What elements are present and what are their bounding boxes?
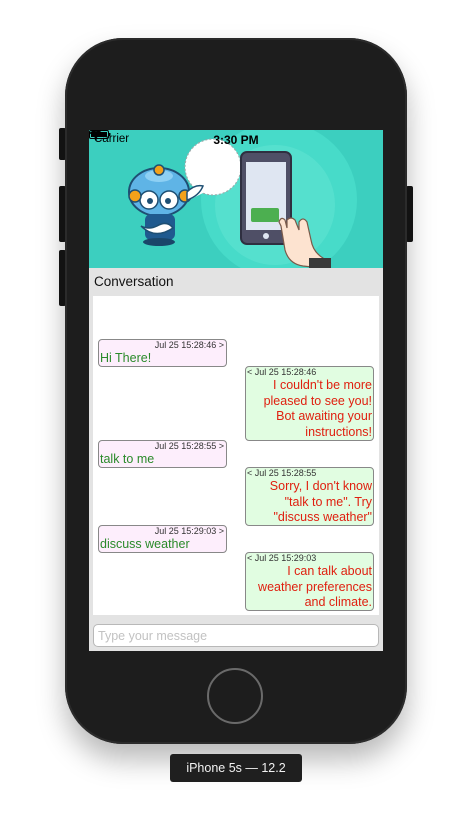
user-message-bubble: Jul 25 15:28:46 > Hi There!: [98, 339, 227, 367]
conversation-header: Conversation: [89, 268, 383, 296]
message-timestamp: Jul 25 15:28:46 >: [154, 340, 224, 350]
message-text: talk to me: [100, 452, 155, 466]
chat-container: Jul 25 15:28:46 > Hi There! < Jul 25 15:…: [89, 296, 383, 616]
chat-list[interactable]: Jul 25 15:28:46 > Hi There! < Jul 25 15:…: [93, 296, 379, 615]
status-time: 3:30 PM: [213, 133, 259, 147]
app-screen: Carrier 3:30 PM Conversation Jul 25 15:2…: [89, 130, 383, 651]
power-button: [406, 186, 413, 242]
banner-illustration: [128, 130, 357, 268]
message-input-bar: [89, 616, 383, 651]
user-message-bubble: Jul 25 15:29:03 > discuss weather: [98, 525, 227, 553]
simulator-window: Carrier 3:30 PM Conversation Jul 25 15:2…: [0, 0, 472, 818]
header-banner: Carrier 3:30 PM: [89, 130, 383, 268]
message-text: I couldn't be more pleased to see you! B…: [263, 378, 372, 439]
bot-message-bubble: < Jul 25 15:28:55 Sorry, I don't know "t…: [245, 467, 374, 526]
message-timestamp: Jul 25 15:29:03 >: [154, 526, 224, 536]
message-timestamp: < Jul 25 15:28:46: [247, 367, 317, 377]
user-message-bubble: Jul 25 15:28:55 > talk to me: [98, 440, 227, 468]
message-text: I can talk about weather preferences and…: [258, 564, 372, 609]
conversation-title: Conversation: [94, 274, 174, 289]
message-text: Hi There!: [100, 351, 152, 365]
message-text: discuss weather: [100, 537, 190, 551]
message-timestamp: < Jul 25 15:29:03: [247, 553, 317, 563]
simulator-device-label: iPhone 5s — 12.2: [170, 754, 302, 782]
message-timestamp: Jul 25 15:28:55 >: [154, 441, 224, 451]
bot-message-bubble: < Jul 25 15:29:03 I can talk about weath…: [245, 552, 374, 611]
message-text: Sorry, I don't know "talk to me". Try "d…: [269, 479, 372, 524]
home-button[interactable]: [207, 668, 263, 724]
message-input[interactable]: [93, 624, 379, 647]
bot-message-bubble: < Jul 25 15:28:46 I couldn't be more ple…: [245, 366, 374, 441]
message-timestamp: < Jul 25 15:28:55: [247, 468, 317, 478]
status-bar: Carrier 3:30 PM: [89, 130, 383, 150]
battery-icon: [89, 130, 111, 139]
